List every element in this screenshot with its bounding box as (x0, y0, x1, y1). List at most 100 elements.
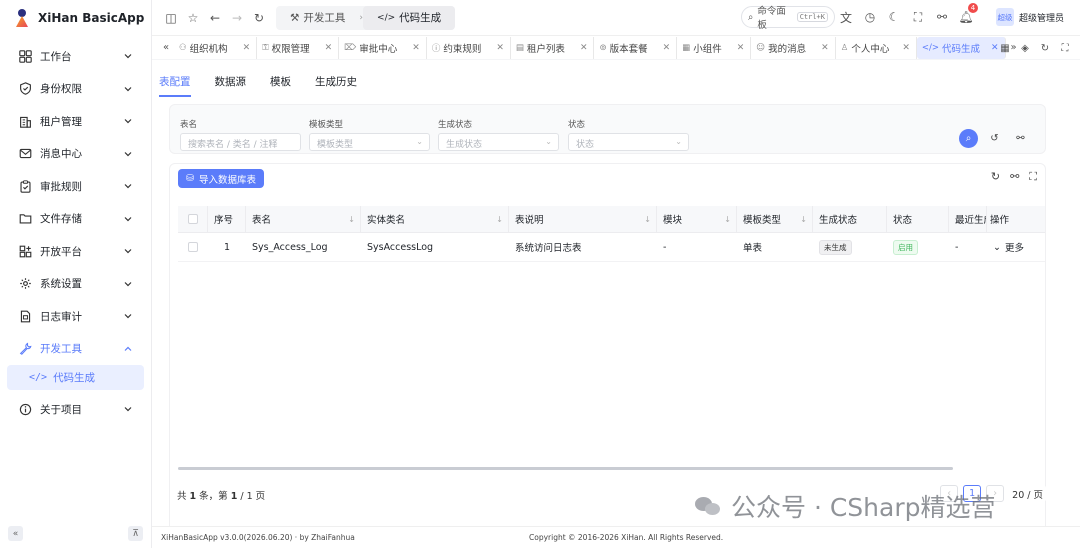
reset-button[interactable]: ↺ (985, 129, 1004, 148)
forward-arrow-icon[interactable]: → (226, 7, 248, 29)
search-button[interactable]: ⌕ (959, 129, 978, 148)
col-module[interactable]: 模块 ↓ (657, 206, 737, 232)
tab-tenants[interactable]: ▤ 租户列表 ✕ (511, 36, 595, 59)
pin-icon[interactable]: ⊼ (128, 526, 143, 541)
close-icon[interactable]: ✕ (737, 43, 745, 53)
tab-template[interactable]: 模板 (270, 74, 291, 97)
collapse-sidebar-icon[interactable]: « (8, 526, 23, 541)
close-icon[interactable]: ✕ (325, 43, 333, 53)
star-icon[interactable]: ☆ (182, 7, 204, 29)
more-actions-button[interactable]: ⌄ 更多 (987, 233, 1039, 261)
grid-icon[interactable]: ▦ (996, 39, 1014, 57)
cell-entity-name: SysAccessLog (367, 241, 434, 253)
cell-table-name: Sys_Access_Log (252, 241, 328, 253)
translate-icon[interactable]: 文 (836, 6, 856, 28)
sidebar-item-settings[interactable]: 系统设置 (0, 268, 151, 301)
code-icon: </> (921, 42, 939, 53)
breadcrumb: ⚒ 开发工具 › </> 代码生成 (276, 5, 456, 30)
fullscreen-icon[interactable]: ⛶ (908, 6, 928, 28)
tab-table-config[interactable]: 表配置 (159, 74, 191, 97)
close-icon[interactable]: ✕ (580, 43, 588, 53)
tab-label: 权限管理 (271, 43, 310, 55)
sidebar-item-open-platform[interactable]: 开放平台 (0, 235, 151, 268)
horizontal-scrollbar[interactable] (178, 467, 953, 470)
sidebar-item-audit[interactable]: 日志审计 (0, 300, 151, 333)
close-icon[interactable]: ✕ (496, 43, 504, 53)
search-input[interactable]: 搜索表名 / 类名 / 注释 (180, 133, 301, 151)
sidebar-item-identity[interactable]: 身份权限 (0, 73, 151, 106)
sort-icon[interactable]: ↓ (496, 215, 503, 224)
gen-status-select[interactable]: 生成状态 ⌄ (438, 133, 559, 151)
tab-approval[interactable]: ⌦ 审批中心 ✕ (339, 36, 427, 59)
sort-icon[interactable]: ↓ (800, 215, 807, 224)
refresh-icon[interactable]: ↻ (991, 170, 1000, 184)
sidebar-item-storage[interactable]: 文件存储 (0, 203, 151, 236)
col-template-type[interactable]: 模板类型 ↓ (737, 206, 813, 232)
sidebar-item-about[interactable]: 关于项目 (0, 393, 151, 426)
fullscreen-icon[interactable]: ⛶ (1029, 170, 1037, 184)
sidebar-item-dashboard[interactable]: 工作台 (0, 40, 151, 73)
clock-icon[interactable]: ◷ (860, 6, 880, 28)
command-palette-button[interactable]: ⌕ 命令面板 Ctrl+K (741, 6, 835, 31)
sidebar-item-label: 身份权限 (40, 83, 82, 96)
tab-datasource[interactable]: 数据源 (215, 74, 247, 97)
sort-icon[interactable]: ↓ (644, 215, 651, 224)
data-table: 序号 表名 ↓ 实体类名 ↓ 表说明 ↓ 模块 ↓ 模板类型 ↓ 生成状态 状态 最近生成… (178, 206, 1045, 262)
sidebar-item-approval[interactable]: 审批规则 (0, 170, 151, 203)
template-type-select[interactable]: 模板类型 ⌄ (309, 133, 430, 151)
sort-icon[interactable]: ↓ (724, 215, 731, 224)
tab-codegen[interactable]: </> 代码生成 ✕ (916, 36, 1006, 59)
preferences-icon[interactable]: ⚯ (932, 6, 952, 28)
moon-icon[interactable]: ☾ (884, 6, 904, 28)
page-size-select[interactable]: 20 / 页 (1009, 485, 1046, 502)
sort-icon[interactable]: ↓ (348, 215, 355, 224)
tabs-scroll-left-icon[interactable]: « (158, 42, 174, 53)
cell-index: 1 (223, 241, 231, 253)
sidebar-item-label: 文件存储 (40, 213, 82, 226)
tab-rules[interactable]: ⓘ 约束规则 ✕ (427, 36, 511, 59)
back-arrow-icon[interactable]: ← (204, 7, 226, 29)
status-select[interactable]: 状态 ⌄ (568, 133, 689, 151)
breadcrumb-item[interactable]: ⚒ 开发工具 (276, 6, 359, 30)
sidebar-item-tenant[interactable]: 租户管理 (0, 105, 151, 138)
watermark: 公众号 · CSharp精选营 (695, 488, 995, 524)
close-icon[interactable]: ✕ (243, 43, 251, 53)
sidebar-toggle-icon[interactable]: ◫ (160, 7, 182, 29)
bell-icon[interactable]: 🔔︎ 4 (956, 3, 978, 28)
col-table-name[interactable]: 表名 ↓ (246, 206, 361, 232)
tab-messages[interactable]: ☺ 我的消息 ✕ (751, 36, 836, 59)
import-db-table-button[interactable]: ⛁ 导入数据库表 (178, 169, 264, 188)
main-content: 表配置 数据源 模板 生成历史 表名 搜索表名 / 类名 / 注释 模板类型 模… (152, 60, 1080, 533)
refresh-icon[interactable]: ↻ (1036, 39, 1054, 57)
dashboard-icon (18, 49, 32, 63)
select-all-checkbox[interactable] (187, 214, 198, 224)
tab-org[interactable]: ⚇ 组织机构 ✕ (174, 36, 258, 59)
close-icon[interactable]: ✕ (663, 43, 671, 53)
sidebar-item-message[interactable]: 消息中心 (0, 138, 151, 171)
user-menu[interactable]: 超级 超级管理员 (995, 8, 1064, 26)
tab-profile[interactable]: ♙ 个人中心 ✕ (836, 36, 917, 59)
maximize-icon[interactable]: ⛶ (1056, 39, 1074, 57)
tab-history[interactable]: 生成历史 (315, 74, 357, 97)
refresh-icon[interactable]: ↻ (248, 7, 270, 29)
col-entity-name[interactable]: 实体类名 ↓ (361, 206, 509, 232)
column-settings-icon[interactable]: ⚯ (1010, 170, 1019, 184)
brand[interactable]: XiHan BasicApp (0, 0, 151, 36)
chevron-down-icon (124, 216, 132, 222)
close-icon[interactable]: ✕ (412, 43, 420, 53)
sidebar-item-devtools[interactable]: 开发工具 (0, 333, 151, 366)
cell-description: 系统访问日志表 (515, 243, 582, 254)
filter-settings-button[interactable]: ⚯ (1011, 129, 1030, 148)
col-description[interactable]: 表说明 ↓ (509, 206, 657, 232)
layers-icon[interactable]: ◈ (1016, 39, 1034, 57)
tab-widgets[interactable]: ▦ 小组件 ✕ (677, 36, 752, 59)
table-row[interactable]: 1 Sys_Access_Log SysAccessLog 系统访问日志表 - … (178, 233, 1045, 262)
close-icon[interactable]: ✕ (821, 43, 829, 53)
row-checkbox[interactable] (188, 242, 198, 252)
breadcrumb-item-current[interactable]: </> 代码生成 (363, 5, 456, 30)
tab-permission[interactable]: ⚿ 权限管理 ✕ (257, 36, 340, 59)
tab-packages[interactable]: ⊚ 版本套餐 ✕ (594, 36, 678, 59)
close-icon[interactable]: ✕ (902, 43, 910, 53)
code-icon: </> (29, 372, 48, 383)
sidebar-subitem-codegen[interactable]: </> 代码生成 (7, 365, 144, 390)
